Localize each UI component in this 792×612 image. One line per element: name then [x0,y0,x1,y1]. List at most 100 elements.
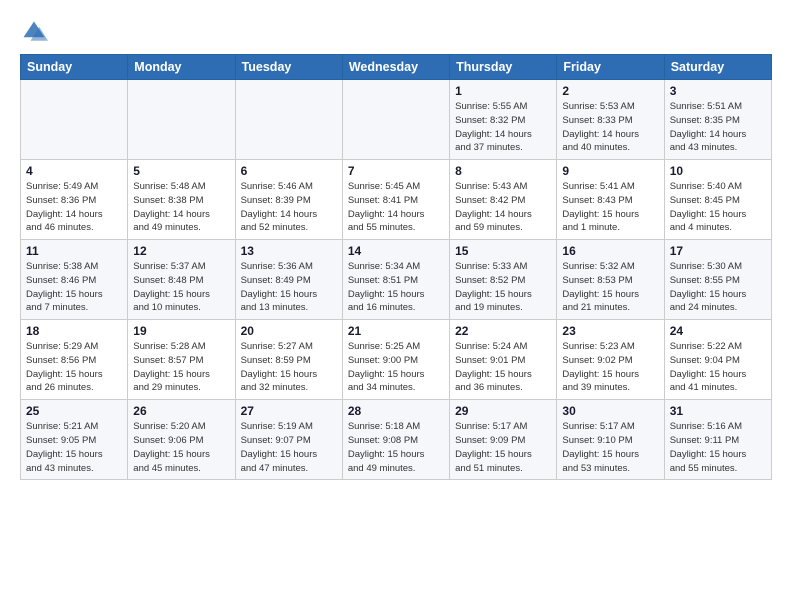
day-info: Sunrise: 5:41 AM Sunset: 8:43 PM Dayligh… [562,180,658,235]
day-info: Sunrise: 5:55 AM Sunset: 8:32 PM Dayligh… [455,100,551,155]
calendar-day-31: 31 Sunrise: 5:16 AM Sunset: 9:11 PM Dayli… [664,400,771,480]
day-info: Sunrise: 5:17 AM Sunset: 9:10 PM Dayligh… [562,420,658,475]
day-number: 2 [562,84,658,98]
weekday-header-thursday: Thursday [450,55,557,80]
calendar-day-29: 29 Sunrise: 5:17 AM Sunset: 9:09 PM Dayli… [450,400,557,480]
calendar-day-22: 22 Sunrise: 5:24 AM Sunset: 9:01 PM Dayli… [450,320,557,400]
day-number: 14 [348,244,444,258]
calendar-week-4: 18 Sunrise: 5:29 AM Sunset: 8:56 PM Dayli… [21,320,772,400]
empty-cell [235,80,342,160]
calendar-day-4: 4 Sunrise: 5:49 AM Sunset: 8:36 PM Daylig… [21,160,128,240]
calendar-day-1: 1 Sunrise: 5:55 AM Sunset: 8:32 PM Daylig… [450,80,557,160]
day-number: 15 [455,244,551,258]
day-info: Sunrise: 5:18 AM Sunset: 9:08 PM Dayligh… [348,420,444,475]
calendar-day-3: 3 Sunrise: 5:51 AM Sunset: 8:35 PM Daylig… [664,80,771,160]
day-info: Sunrise: 5:40 AM Sunset: 8:45 PM Dayligh… [670,180,766,235]
calendar-day-19: 19 Sunrise: 5:28 AM Sunset: 8:57 PM Dayli… [128,320,235,400]
calendar-day-24: 24 Sunrise: 5:22 AM Sunset: 9:04 PM Dayli… [664,320,771,400]
day-number: 19 [133,324,229,338]
day-number: 5 [133,164,229,178]
day-number: 18 [26,324,122,338]
empty-cell [21,80,128,160]
day-number: 3 [670,84,766,98]
day-number: 28 [348,404,444,418]
day-number: 22 [455,324,551,338]
weekday-header-monday: Monday [128,55,235,80]
day-info: Sunrise: 5:32 AM Sunset: 8:53 PM Dayligh… [562,260,658,315]
calendar-week-5: 25Sunrise: 5:21 AM Sunset: 9:05 PM Dayli… [21,400,772,480]
day-info: Sunrise: 5:20 AM Sunset: 9:06 PM Dayligh… [133,420,229,475]
day-info: Sunrise: 5:38 AM Sunset: 8:46 PM Dayligh… [26,260,122,315]
empty-cell [128,80,235,160]
calendar-day-17: 17Sunrise: 5:30 AM Sunset: 8:55 PM Dayli… [664,240,771,320]
day-info: Sunrise: 5:37 AM Sunset: 8:48 PM Dayligh… [133,260,229,315]
calendar-day-6: 6 Sunrise: 5:46 AM Sunset: 8:39 PM Daylig… [235,160,342,240]
day-number: 4 [26,164,122,178]
day-info: Sunrise: 5:28 AM Sunset: 8:57 PM Dayligh… [133,340,229,395]
calendar-day-27: 27 Sunrise: 5:19 AM Sunset: 9:07 PM Dayli… [235,400,342,480]
day-info: Sunrise: 5:51 AM Sunset: 8:35 PM Dayligh… [670,100,766,155]
calendar-day-12: 12 Sunrise: 5:37 AM Sunset: 8:48 PM Dayli… [128,240,235,320]
day-number: 31 [670,404,766,418]
weekday-header-saturday: Saturday [664,55,771,80]
calendar-day-23: 23 Sunrise: 5:23 AM Sunset: 9:02 PM Dayli… [557,320,664,400]
empty-cell [342,80,449,160]
day-info: Sunrise: 5:23 AM Sunset: 9:02 PM Dayligh… [562,340,658,395]
day-info: Sunrise: 5:24 AM Sunset: 9:01 PM Dayligh… [455,340,551,395]
day-info: Sunrise: 5:48 AM Sunset: 8:38 PM Dayligh… [133,180,229,235]
day-number: 13 [241,244,337,258]
weekday-header-row: SundayMondayTuesdayWednesdayThursdayFrid… [21,55,772,80]
calendar-day-7: 7 Sunrise: 5:45 AM Sunset: 8:41 PM Daylig… [342,160,449,240]
day-number: 16 [562,244,658,258]
calendar-day-21: 21 Sunrise: 5:25 AM Sunset: 9:00 PM Dayli… [342,320,449,400]
calendar-week-2: 4 Sunrise: 5:49 AM Sunset: 8:36 PM Daylig… [21,160,772,240]
weekday-header-sunday: Sunday [21,55,128,80]
day-info: Sunrise: 5:22 AM Sunset: 9:04 PM Dayligh… [670,340,766,395]
day-number: 23 [562,324,658,338]
day-number: 29 [455,404,551,418]
calendar-day-13: 13 Sunrise: 5:36 AM Sunset: 8:49 PM Dayli… [235,240,342,320]
calendar-day-16: 16 Sunrise: 5:32 AM Sunset: 8:53 PM Dayli… [557,240,664,320]
weekday-header-wednesday: Wednesday [342,55,449,80]
page: SundayMondayTuesdayWednesdayThursdayFrid… [0,0,792,498]
calendar-day-8: 8Sunrise: 5:43 AM Sunset: 8:42 PM Daylig… [450,160,557,240]
day-number: 7 [348,164,444,178]
calendar-day-9: 9 Sunrise: 5:41 AM Sunset: 8:43 PM Daylig… [557,160,664,240]
day-info: Sunrise: 5:46 AM Sunset: 8:39 PM Dayligh… [241,180,337,235]
calendar-day-14: 14 Sunrise: 5:34 AM Sunset: 8:51 PM Dayli… [342,240,449,320]
day-info: Sunrise: 5:19 AM Sunset: 9:07 PM Dayligh… [241,420,337,475]
day-info: Sunrise: 5:29 AM Sunset: 8:56 PM Dayligh… [26,340,122,395]
day-number: 30 [562,404,658,418]
day-number: 24 [670,324,766,338]
day-info: Sunrise: 5:45 AM Sunset: 8:41 PM Dayligh… [348,180,444,235]
calendar-day-18: 18 Sunrise: 5:29 AM Sunset: 8:56 PM Dayli… [21,320,128,400]
logo [20,18,52,46]
calendar-day-5: 5 Sunrise: 5:48 AM Sunset: 8:38 PM Daylig… [128,160,235,240]
weekday-header-tuesday: Tuesday [235,55,342,80]
day-number: 27 [241,404,337,418]
day-info: Sunrise: 5:30 AM Sunset: 8:55 PM Dayligh… [670,260,766,315]
day-info: Sunrise: 5:17 AM Sunset: 9:09 PM Dayligh… [455,420,551,475]
day-number: 12 [133,244,229,258]
day-info: Sunrise: 5:27 AM Sunset: 8:59 PM Dayligh… [241,340,337,395]
day-number: 10 [670,164,766,178]
day-number: 21 [348,324,444,338]
day-number: 6 [241,164,337,178]
day-number: 1 [455,84,551,98]
day-info: Sunrise: 5:43 AM Sunset: 8:42 PM Dayligh… [455,180,551,235]
day-info: Sunrise: 5:36 AM Sunset: 8:49 PM Dayligh… [241,260,337,315]
calendar-day-25: 25Sunrise: 5:21 AM Sunset: 9:05 PM Dayli… [21,400,128,480]
day-number: 9 [562,164,658,178]
day-number: 26 [133,404,229,418]
calendar-day-26: 26 Sunrise: 5:20 AM Sunset: 9:06 PM Dayli… [128,400,235,480]
day-number: 25 [26,404,122,418]
day-info: Sunrise: 5:34 AM Sunset: 8:51 PM Dayligh… [348,260,444,315]
calendar-week-1: 1 Sunrise: 5:55 AM Sunset: 8:32 PM Daylig… [21,80,772,160]
calendar-table: SundayMondayTuesdayWednesdayThursdayFrid… [20,54,772,480]
day-info: Sunrise: 5:49 AM Sunset: 8:36 PM Dayligh… [26,180,122,235]
day-info: Sunrise: 5:25 AM Sunset: 9:00 PM Dayligh… [348,340,444,395]
day-info: Sunrise: 5:16 AM Sunset: 9:11 PM Dayligh… [670,420,766,475]
calendar-day-15: 15Sunrise: 5:33 AM Sunset: 8:52 PM Dayli… [450,240,557,320]
calendar-day-10: 10 Sunrise: 5:40 AM Sunset: 8:45 PM Dayli… [664,160,771,240]
calendar-week-3: 11Sunrise: 5:38 AM Sunset: 8:46 PM Dayli… [21,240,772,320]
